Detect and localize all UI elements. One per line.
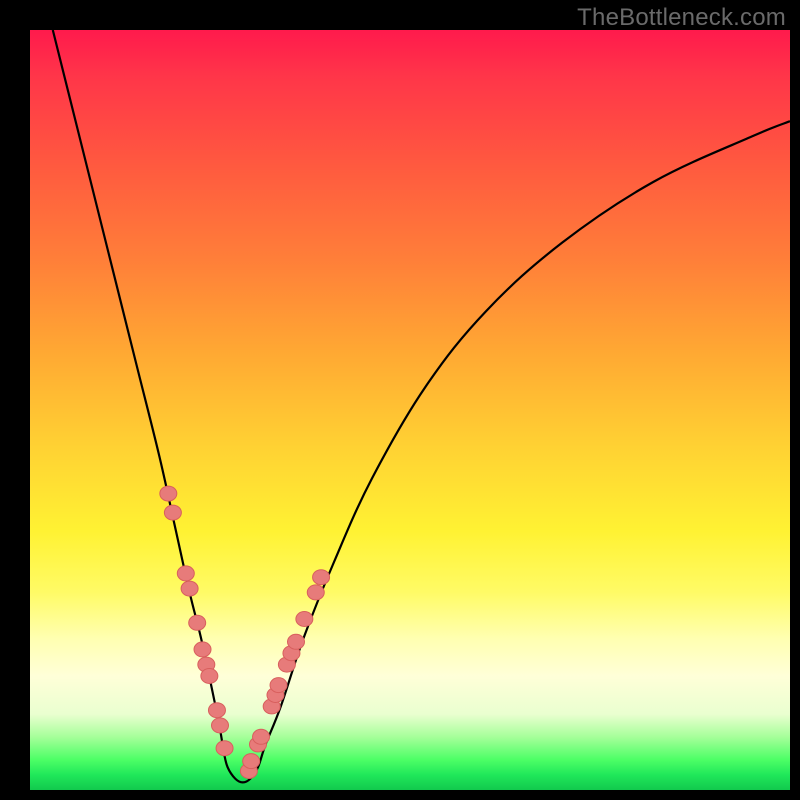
curve-markers-left [160, 486, 233, 756]
curve-marker [177, 566, 194, 581]
plot-area [30, 30, 790, 790]
curve-marker [208, 703, 225, 718]
bottleneck-curve [53, 30, 790, 782]
watermark-text: TheBottleneck.com [577, 4, 786, 32]
curve-marker [189, 615, 206, 630]
curve-marker [270, 678, 287, 693]
curve-marker [212, 718, 229, 733]
curve-marker [288, 634, 305, 649]
curve-markers-right [240, 570, 329, 779]
chart-svg [30, 30, 790, 790]
curve-marker [160, 486, 177, 501]
chart-frame: TheBottleneck.com [0, 0, 800, 800]
curve-marker [194, 642, 211, 657]
curve-marker [253, 729, 270, 744]
curve-marker [201, 669, 218, 684]
curve-marker [307, 585, 324, 600]
curve-marker [181, 581, 198, 596]
curve-marker [243, 754, 260, 769]
curve-marker [313, 570, 330, 585]
curve-marker [164, 505, 181, 520]
curve-marker [296, 612, 313, 627]
curve-marker [216, 741, 233, 756]
